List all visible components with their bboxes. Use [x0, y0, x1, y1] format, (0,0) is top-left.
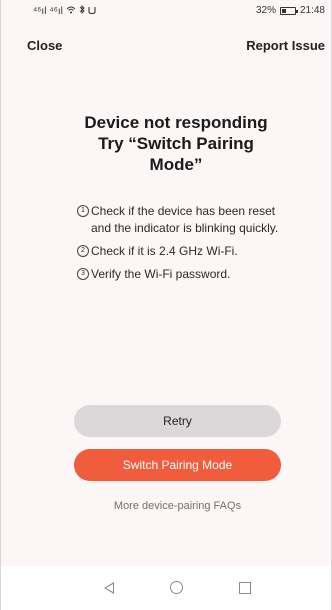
signal-icon-2: ⁴⁶ıl [49, 5, 63, 17]
nfc-icon [88, 6, 96, 17]
recent-apps-icon[interactable] [239, 582, 251, 594]
switch-pairing-mode-button[interactable]: Switch Pairing Mode [74, 449, 281, 481]
title-line-3: Mode” [149, 155, 203, 174]
close-button[interactable]: Close [27, 38, 62, 53]
status-bar: ⁴⁶ıl ⁴⁶ıl 32% 21:48 [1, 0, 331, 22]
step-item: 2 Check if it is 2.4 GHz Wi-Fi. [77, 243, 297, 260]
step-text: Check if the device has been reset and t… [91, 204, 279, 235]
status-left-group: ⁴⁶ıl ⁴⁶ıl [33, 4, 96, 17]
step-text: Check if it is 2.4 GHz Wi-Fi. [91, 244, 238, 258]
step-number: 3 [77, 268, 89, 280]
step-number: 2 [77, 245, 89, 257]
report-issue-button[interactable]: Report Issue [246, 38, 325, 53]
troubleshoot-steps: 1 Check if the device has been reset and… [77, 203, 297, 289]
step-item: 1 Check if the device has been reset and… [77, 203, 297, 237]
header-bar: Close Report Issue [1, 34, 331, 58]
step-item: 3 Verify the Wi-Fi password. [77, 266, 297, 283]
app-screen: ⁴⁶ıl ⁴⁶ıl 32% 21:48 Close Report Issue D… [0, 0, 332, 610]
title-line-1: Device not responding [84, 113, 268, 132]
pairing-faq-link[interactable]: More device-pairing FAQs [74, 500, 281, 512]
battery-icon [279, 6, 298, 15]
system-nav-bar [1, 566, 331, 610]
bluetooth-icon [79, 4, 85, 17]
clock: 21:48 [299, 5, 325, 16]
battery-percent: 32% [255, 5, 276, 16]
retry-button[interactable]: Retry [74, 405, 281, 437]
title-line-2: Try “Switch Pairing [98, 134, 254, 153]
status-right-group: 32% 21:48 [256, 5, 325, 16]
back-icon[interactable] [104, 582, 114, 594]
page-title: Device not responding Try “Switch Pairin… [61, 112, 291, 175]
step-text: Verify the Wi-Fi password. [91, 267, 231, 281]
home-icon[interactable] [170, 581, 183, 594]
signal-icon: ⁴⁶ıl [33, 5, 47, 17]
wifi-icon [66, 6, 76, 17]
step-number: 1 [77, 205, 89, 217]
